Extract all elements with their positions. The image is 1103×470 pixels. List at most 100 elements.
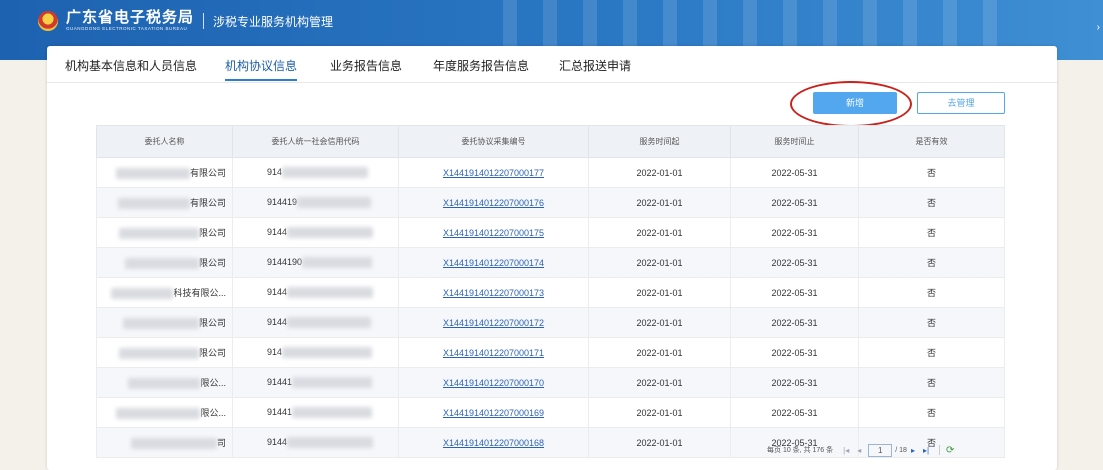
table-row[interactable]: 有限公司 914419 X1441914012207000176 2022-01… [96,187,1005,218]
protocol-link[interactable]: X1441914012207000174 [443,258,544,268]
cell-protocol-no[interactable]: X1441914012207000175 [398,217,589,248]
table-row[interactable]: 限公司 9144 X1441914012207000175 2022-01-01… [96,217,1005,248]
cell-valid: 否 [858,217,1005,248]
cell-protocol-no[interactable]: X1441914012207000170 [398,367,589,398]
last-page-icon[interactable]: ▸| [923,446,929,455]
cell-valid: 否 [858,187,1005,218]
cell-start-date: 2022-01-01 [588,337,731,368]
tab-summary-submit[interactable]: 汇总报送申请 [559,57,631,74]
module-title: 涉税专业服务机构管理 [213,14,334,29]
manage-button[interactable]: 去管理 [917,92,1005,114]
protocol-link[interactable]: X1441914012207000172 [443,318,544,328]
table-row[interactable]: 限公... 91441 X1441914012207000170 2022-01… [96,367,1005,398]
table-row[interactable]: 限公司 9144190 X1441914012207000174 2022-01… [96,247,1005,278]
cell-credit-code: 91441 [232,397,399,428]
cell-valid: 否 [858,367,1005,398]
col-header-credit-code: 委托人统一社会信用代码 [232,125,399,158]
pagination: 每页 10 条, 共 176 条 |◂ ◂ 1 / 18 ▸ ▸| ⟳ [767,443,954,457]
tab-agreement-info[interactable]: 机构协议信息 [225,57,298,81]
protocol-link[interactable]: X1441914012207000173 [443,288,544,298]
redacted-block [287,317,372,329]
cell-client-name: 限公司 [96,247,233,278]
redacted-block [128,378,201,390]
cell-end-date: 2022-05-31 [730,217,859,248]
col-header-client-name: 委托人名称 [96,125,233,158]
brand-text: 广东省电子税务局 GUANGDONG ELECTRONIC TAXATION B… [66,10,194,32]
cell-end-date: 2022-05-31 [730,247,859,278]
redacted-block [282,167,369,179]
cell-protocol-no[interactable]: X1441914012207000171 [398,337,589,368]
cell-protocol-no[interactable]: X1441914012207000176 [398,187,589,218]
table-row[interactable]: 限公司 9144 X1441914012207000172 2022-01-01… [96,307,1005,338]
col-header-protocol-no: 委托协议采集编号 [398,125,589,158]
cell-protocol-no[interactable]: X1441914012207000172 [398,307,589,338]
table-row[interactable]: 限公司 914 X1441914012207000171 2022-01-01 … [96,337,1005,368]
redacted-block [287,227,374,239]
cell-protocol-no[interactable]: X1441914012207000168 [398,427,589,458]
brand-subtitle: GUANGDONG ELECTRONIC TAXATION BUREAU [66,26,188,32]
cell-client-name: 限公... [96,367,233,398]
tab-basic-info[interactable]: 机构基本信息和人员信息 [65,57,197,74]
redacted-block [116,408,201,420]
col-header-end-date: 服务时间止 [730,125,859,158]
cell-start-date: 2022-01-01 [588,247,731,278]
cell-protocol-no[interactable]: X1441914012207000177 [398,157,589,188]
cell-start-date: 2022-01-01 [588,277,731,308]
cell-end-date: 2022-05-31 [730,397,859,428]
page-summary: 每页 10 条, 共 176 条 [767,447,834,454]
redacted-block [117,198,190,210]
cell-client-name: 限公司 [96,337,233,368]
redacted-block [130,438,217,450]
emblem-icon [38,11,58,31]
redacted-block [282,347,373,359]
cell-end-date: 2022-05-31 [730,277,859,308]
cell-protocol-no[interactable]: X1441914012207000173 [398,277,589,308]
protocol-link[interactable]: X1441914012207000168 [443,438,544,448]
cell-credit-code: 91441 [232,367,399,398]
protocol-link[interactable]: X1441914012207000175 [443,228,544,238]
cell-credit-code: 914419 [232,187,399,218]
tab-annual-report[interactable]: 年度服务报告信息 [433,57,529,74]
cell-start-date: 2022-01-01 [588,157,731,188]
page-input[interactable]: 1 [868,443,893,457]
table-row[interactable]: 科技有限公... 9144 X1441914012207000173 2022-… [96,277,1005,308]
cell-credit-code: 9144 [232,217,399,248]
redacted-block [124,258,199,270]
table-row[interactable]: 有限公司 914 X1441914012207000177 2022-01-01… [96,157,1005,188]
redacted-block [292,407,373,419]
redacted-block [118,228,199,240]
table-header-row: 委托人名称 委托人统一社会信用代码 委托协议采集编号 服务时间起 服务时间止 是… [96,125,1005,158]
chevron-right-icon[interactable]: › [1097,22,1100,33]
protocol-link[interactable]: X1441914012207000171 [443,348,544,358]
protocol-link[interactable]: X1441914012207000176 [443,198,544,208]
brand[interactable]: 广东省电子税务局 GUANGDONG ELECTRONIC TAXATION B… [38,9,333,33]
cell-client-name: 科技有限公... [96,277,233,308]
cell-protocol-no[interactable]: X1441914012207000169 [398,397,589,428]
protocol-link[interactable]: X1441914012207000170 [443,378,544,388]
cell-valid: 否 [858,157,1005,188]
col-header-valid: 是否有效 [858,125,1005,158]
redacted-block [297,197,372,209]
cell-start-date: 2022-01-01 [588,307,731,338]
cell-client-name: 有限公司 [96,157,233,188]
refresh-icon[interactable]: ⟳ [946,445,954,456]
redacted-block [287,437,374,449]
cell-end-date: 2022-05-31 [730,367,859,398]
highlight-ring [790,81,912,127]
tab-business-report[interactable]: 业务报告信息 [330,57,402,74]
prev-page-icon[interactable]: ◂ [857,446,861,455]
page-total: / 18 [895,446,907,454]
first-page-icon[interactable]: |◂ [843,446,849,455]
redacted-block [111,288,174,300]
cell-credit-code: 9144 [232,427,399,458]
cell-valid: 否 [858,247,1005,278]
cell-protocol-no[interactable]: X1441914012207000174 [398,247,589,278]
cell-end-date: 2022-05-31 [730,187,859,218]
protocol-link[interactable]: X1441914012207000177 [443,168,544,178]
protocol-link[interactable]: X1441914012207000169 [443,408,544,418]
brand-divider [203,13,205,29]
agreement-table: 委托人名称 委托人统一社会信用代码 委托协议采集编号 服务时间起 服务时间止 是… [96,125,1005,458]
redacted-block [287,287,374,299]
table-row[interactable]: 限公... 91441 X1441914012207000169 2022-01… [96,397,1005,428]
next-page-icon[interactable]: ▸ [911,446,915,455]
